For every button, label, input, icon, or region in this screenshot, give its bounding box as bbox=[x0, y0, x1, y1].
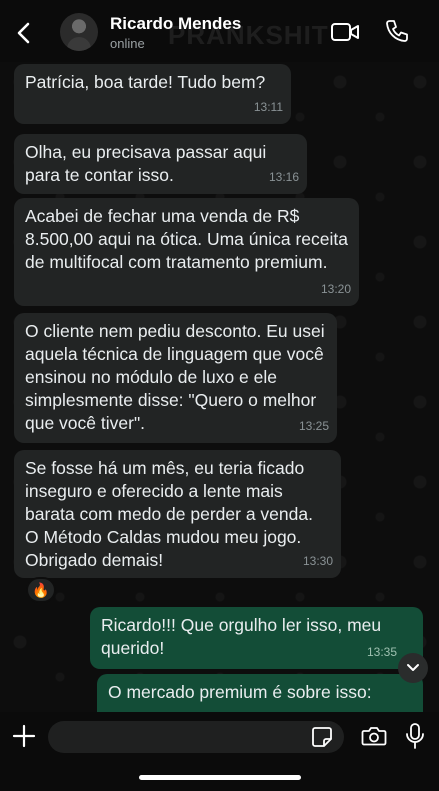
contact-status: online bbox=[110, 36, 145, 51]
home-indicator[interactable] bbox=[139, 775, 301, 780]
composer-bar bbox=[0, 712, 439, 791]
message-input[interactable] bbox=[48, 721, 344, 753]
chevron-down-icon bbox=[407, 664, 419, 671]
reaction-badge[interactable]: 🔥 bbox=[26, 577, 56, 603]
message-bubble[interactable]: O cliente nem pediu desconto. Eu usei aq… bbox=[14, 313, 337, 443]
message-text: Patrícia, boa tarde! Tudo bem? bbox=[25, 72, 266, 92]
message-bubble[interactable]: Acabei de fechar uma venda de R$ 8.500,0… bbox=[14, 198, 359, 306]
message-time: 13:25 bbox=[298, 419, 329, 433]
voice-call-button[interactable] bbox=[384, 18, 410, 44]
message-text: O cliente nem pediu desconto. Eu usei aq… bbox=[25, 321, 325, 433]
message-time: 13:30 bbox=[302, 554, 333, 568]
plus-icon bbox=[12, 724, 36, 748]
message-text: O mercado premium é sobre isso: bbox=[108, 682, 372, 702]
message-time: 13:11 bbox=[253, 100, 283, 114]
sticker-icon bbox=[312, 727, 332, 747]
microphone-button[interactable] bbox=[404, 722, 426, 750]
message-text: Se fosse há um mês, eu teria ficado inse… bbox=[25, 458, 313, 570]
message-bubble-outgoing[interactable]: O mercado premium é sobre isso: bbox=[97, 674, 423, 712]
attach-button[interactable] bbox=[12, 724, 36, 748]
back-button[interactable] bbox=[10, 20, 36, 46]
scroll-down-button[interactable] bbox=[398, 653, 428, 683]
message-bubble[interactable]: Olha, eu precisava passar aqui para te c… bbox=[14, 134, 307, 194]
video-camera-icon bbox=[331, 23, 359, 41]
message-time: 13:35 bbox=[366, 645, 397, 659]
message-bubble[interactable]: Se fosse há um mês, eu teria ficado inse… bbox=[14, 450, 341, 578]
video-call-button[interactable] bbox=[330, 20, 360, 44]
chevron-left-icon bbox=[17, 22, 30, 44]
message-time: 13:16 bbox=[268, 170, 299, 184]
microphone-icon bbox=[406, 723, 424, 749]
message-list[interactable]: Patrícia, boa tarde! Tudo bem? 13:11 Olh… bbox=[0, 62, 439, 712]
message-text: Acabei de fechar uma venda de R$ 8.500,0… bbox=[25, 206, 348, 272]
phone-icon bbox=[386, 20, 408, 42]
message-text: Olha, eu precisava passar aqui para te c… bbox=[25, 142, 267, 185]
message-bubble-outgoing[interactable]: Ricardo!!! Que orgulho ler isso, meu que… bbox=[90, 607, 423, 669]
message-time: 13:20 bbox=[320, 282, 351, 296]
camera-icon bbox=[361, 727, 387, 746]
chat-header: PRANKSHIT Ricardo Mendes online bbox=[0, 0, 439, 62]
contact-name[interactable]: Ricardo Mendes bbox=[110, 14, 241, 34]
fire-emoji: 🔥 bbox=[32, 581, 50, 598]
avatar[interactable] bbox=[60, 13, 98, 51]
message-bubble[interactable]: Patrícia, boa tarde! Tudo bem? 13:11 bbox=[14, 64, 291, 124]
sticker-button[interactable] bbox=[311, 726, 333, 748]
camera-button[interactable] bbox=[361, 724, 387, 748]
message-text: Ricardo!!! Que orgulho ler isso, meu que… bbox=[101, 615, 382, 658]
